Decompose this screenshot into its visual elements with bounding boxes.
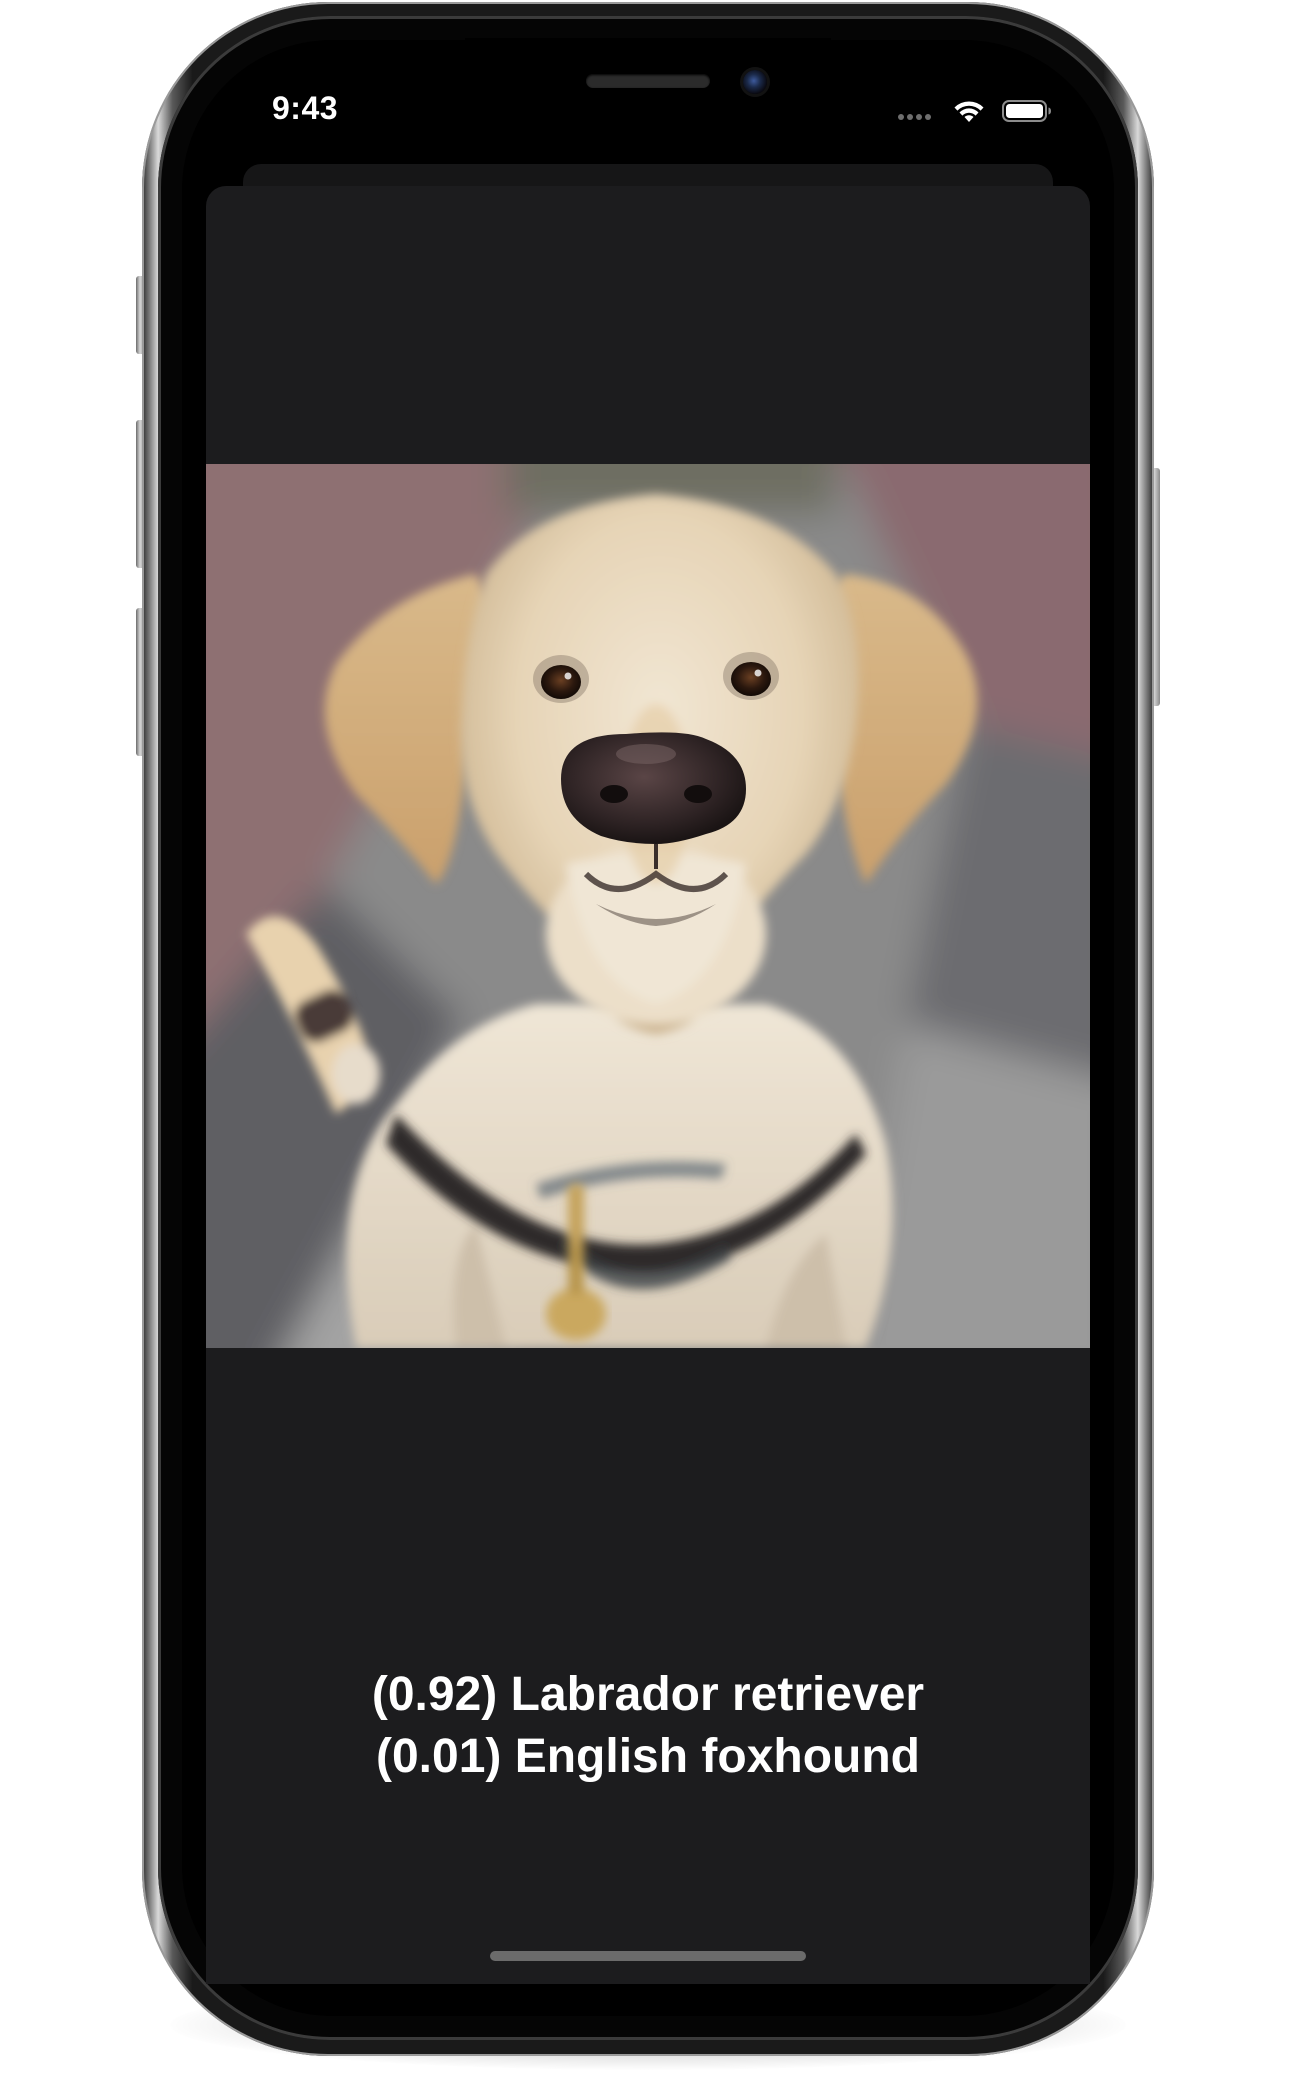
signal-dots-icon bbox=[898, 114, 938, 120]
status-bar-indicators bbox=[898, 96, 1058, 126]
notch bbox=[465, 38, 831, 106]
home-indicator[interactable] bbox=[490, 1951, 806, 1961]
result-line-top: (0.92) Labrador retriever bbox=[371, 1668, 925, 1721]
status-bar-time: 9:43 bbox=[272, 90, 339, 126]
battery-icon bbox=[1002, 100, 1051, 122]
front-camera bbox=[743, 70, 767, 94]
device-mockup: 9:43 (0.92) Labrador retriever (0.01) En… bbox=[0, 0, 1296, 2095]
dog-photo bbox=[206, 464, 1090, 1348]
result-line-second: (0.01) English foxhound bbox=[375, 1730, 920, 1783]
classification-results: (0.92) Labrador retriever (0.01) English… bbox=[206, 1664, 1090, 1788]
earpiece-speaker bbox=[586, 74, 710, 88]
wifi-icon bbox=[954, 101, 984, 122]
